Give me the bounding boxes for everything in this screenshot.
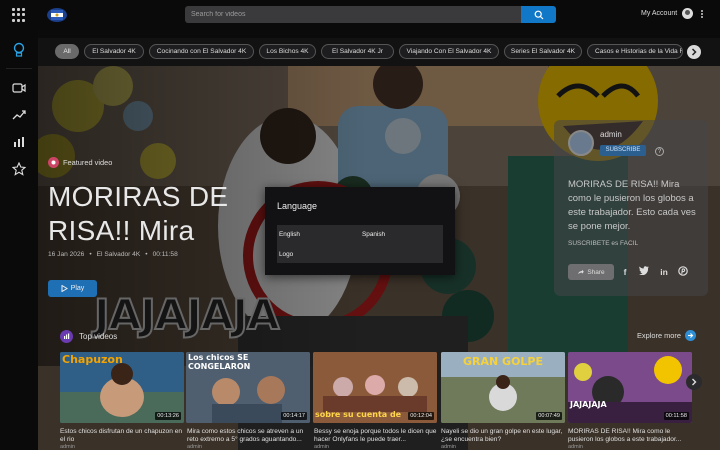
chip-los-bichos[interactable]: Los Bichos 4K [259, 44, 316, 59]
search-input[interactable] [185, 6, 521, 23]
share-label: Share [587, 268, 605, 276]
top-videos-heading: Top videos [60, 330, 117, 343]
apps-grid-icon[interactable] [12, 8, 26, 22]
video-author[interactable]: admin [60, 444, 75, 450]
thumbnail-caption: Los chicos SE CONGELARON [188, 353, 251, 371]
account-label[interactable]: My Account [641, 10, 677, 17]
hero-thumb-caption: JAJAJAJA [93, 289, 281, 340]
twitter-icon[interactable] [638, 266, 650, 278]
video-title[interactable]: Mira como estos chicos se atreven a un r… [187, 428, 311, 444]
video-duration: 00:11:58 [663, 412, 689, 420]
video-icon[interactable] [11, 80, 27, 96]
carousel-next-button[interactable] [686, 374, 702, 390]
left-sidebar [0, 30, 38, 450]
video-duration: 00:12:04 [408, 412, 434, 420]
chevron-right-icon [692, 378, 697, 386]
video-thumbnail[interactable]: Los chicos SE CONGELARON 00:14:17 [186, 352, 310, 423]
explore-label: Explore more [637, 331, 681, 340]
thumbnail-caption: sobre su cuenta de [315, 410, 402, 419]
video-title[interactable]: Bessy se enoja porque todos le dicen que… [314, 428, 438, 444]
site-logo[interactable] [46, 6, 68, 24]
share-button[interactable]: Share [568, 264, 614, 280]
video-duration: 00:14:17 [281, 412, 307, 420]
trending-icon[interactable] [11, 107, 27, 123]
chip-casos[interactable]: Casos e Historias de la Vida R [587, 44, 683, 59]
language-option-english[interactable]: English [279, 231, 300, 238]
chevron-right-icon [691, 48, 697, 56]
play-label: Play [70, 285, 85, 292]
play-icon [61, 285, 68, 292]
video-title[interactable]: Estos chicos disfrutan de un chapuzon en… [60, 428, 184, 444]
thumbnail-caption: Chapuzon [62, 353, 123, 366]
more-vertical-icon[interactable] [697, 9, 707, 19]
channel-description: MORIRAS DE RISA!! Mira como le pusieron … [568, 179, 696, 232]
video-title[interactable]: Nayeli se dio un gran golpe en este luga… [441, 428, 565, 444]
video-duration: 00:13:26 [155, 412, 181, 420]
featured-text: Featured video [63, 158, 113, 167]
top-videos-icon [60, 330, 73, 343]
meta-separator: • [145, 251, 148, 258]
lightbulb-icon[interactable] [11, 42, 27, 58]
sidebar-divider [6, 68, 32, 69]
top-header: My Account [0, 0, 720, 30]
hero-meta: 16 Jan 2026 • El Salvador 4K • 00:11:58 [48, 251, 178, 258]
page: My Account [0, 0, 720, 450]
video-author[interactable]: admin [314, 444, 329, 450]
facebook-icon[interactable]: f [619, 266, 631, 278]
arrow-right-icon [684, 330, 696, 341]
subscribe-button[interactable]: SUBSCRIBE [600, 145, 646, 156]
thumbnail-caption: GRAN GOLPE [463, 355, 544, 368]
channel-avatar[interactable] [568, 130, 594, 156]
language-option-spanish[interactable]: Spanish [362, 231, 385, 238]
chip-el-salvador-4k[interactable]: El Salvador 4K [84, 44, 144, 59]
linkedin-icon[interactable]: in [658, 266, 670, 278]
language-modal-title: Language [277, 201, 318, 211]
thumbnail-caption: JAJAJAJA [570, 400, 607, 409]
meta-separator: • [89, 251, 92, 258]
channel-subtitle: SUSCRIBETE es FACIL [568, 240, 639, 247]
search-icon [534, 10, 543, 19]
star-icon[interactable] [11, 161, 27, 177]
share-icon [578, 269, 585, 274]
chip-el-salvador-jr[interactable]: El Salvador 4K Jr [321, 44, 394, 59]
language-options [277, 225, 443, 263]
video-thumbnail[interactable]: sobre su cuenta de 00:12:04 [313, 352, 437, 423]
chips-next-button[interactable] [687, 45, 701, 59]
chip-series[interactable]: Series El Salvador 4K [504, 44, 582, 59]
language-option-logo[interactable]: Logo [279, 251, 293, 258]
video-title[interactable]: MORIRAS DE RISA!! Mira como le pusieron … [568, 428, 692, 444]
play-button[interactable]: Play [48, 280, 97, 297]
video-author[interactable]: admin [441, 444, 456, 450]
explore-more-link[interactable]: Explore more [637, 330, 696, 341]
hero-duration: 00:11:58 [152, 251, 178, 258]
category-chips: All El Salvador 4K Cocinando con El Salv… [38, 38, 720, 66]
search-button[interactable] [521, 6, 556, 23]
bar-chart-icon[interactable] [11, 134, 27, 150]
hero-date: 16 Jan 2026 [48, 251, 85, 258]
chip-viajando[interactable]: Viajando Con El Salvador 4K [399, 44, 499, 59]
help-icon[interactable]: ? [655, 147, 664, 156]
video-duration: 00:07:49 [536, 412, 562, 420]
chip-cocinando[interactable]: Cocinando con El Salvador 4K [149, 44, 254, 59]
account-avatar[interactable] [682, 8, 693, 19]
hero-title[interactable]: MORIRAS DE RISA!! Mira [48, 180, 298, 248]
top-videos-label: Top videos [79, 332, 118, 341]
chip-all[interactable]: All [55, 44, 79, 59]
featured-icon [48, 157, 59, 168]
video-author[interactable]: admin [568, 444, 583, 450]
channel-name[interactable]: admin [600, 130, 622, 139]
video-thumbnail[interactable]: GRAN GOLPE 00:07:49 [441, 352, 565, 423]
hero-channel[interactable]: El Salvador 4K [97, 251, 141, 258]
video-author[interactable]: admin [187, 444, 202, 450]
video-thumbnail[interactable]: JAJAJAJA 00:11:58 [568, 352, 692, 423]
featured-label: Featured video [48, 157, 112, 168]
pinterest-icon[interactable] [677, 266, 689, 278]
video-thumbnail[interactable]: Chapuzon 00:13:26 [60, 352, 184, 423]
